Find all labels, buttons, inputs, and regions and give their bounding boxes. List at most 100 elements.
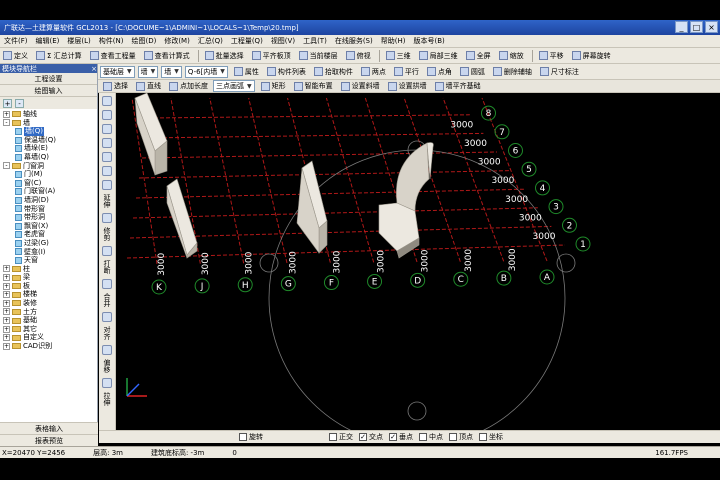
tree-item[interactable]: 壁龛(I) — [0, 248, 97, 257]
tree-item[interactable]: 带形窗 — [0, 205, 97, 214]
member-combo[interactable]: 墙 ▼ — [161, 65, 182, 78]
tree-item[interactable]: 过梁(G) — [0, 239, 97, 248]
tree-item[interactable]: + 土方 — [0, 308, 97, 317]
type-combo[interactable]: 墙 ▼ — [137, 65, 159, 78]
toolbar-button[interactable]: 圆弧 — [457, 65, 488, 78]
tree-item[interactable]: + 装修 — [0, 299, 97, 308]
toolbar-button[interactable]: 平移 — [536, 49, 567, 62]
tree-item[interactable]: + 其它 — [0, 325, 97, 334]
draw-tool-button[interactable]: 直线 — [133, 80, 164, 92]
toolbar-button[interactable]: 全屏 — [463, 49, 494, 62]
close-icon[interactable]: × — [91, 65, 97, 73]
snap-toggle[interactable]: 坐标 — [479, 432, 503, 442]
toolbar-button[interactable]: 平齐板顶 — [249, 49, 294, 62]
edit-tool-label[interactable]: 延伸 — [102, 194, 112, 208]
toolbar-button[interactable]: 局部三维 — [416, 49, 461, 62]
expand-icon[interactable]: + — [3, 317, 10, 325]
tree-item[interactable]: 保温墙(Q) — [0, 136, 97, 145]
edit-tool-label[interactable]: 拉伸 — [102, 392, 112, 406]
toolbar-button[interactable]: 当前楼层 — [296, 49, 341, 62]
toolbar-button[interactable]: 删除辅轴 — [490, 65, 535, 78]
tree-item[interactable]: + 基础 — [0, 316, 97, 325]
edit-tool-icon[interactable] — [102, 213, 112, 223]
edit-tool-icon[interactable] — [102, 180, 112, 190]
menu-item[interactable]: 构件(N) — [99, 36, 124, 46]
tree-item[interactable]: + 轴线 — [0, 110, 97, 119]
edit-tool-label[interactable]: 打断 — [102, 260, 112, 274]
draw-tool-button[interactable]: 选择 — [100, 80, 131, 92]
close-icon[interactable]: × — [705, 21, 718, 33]
edit-tool-icon[interactable] — [102, 378, 112, 388]
tree-item[interactable]: 天窗 — [0, 256, 97, 265]
edit-tool-label[interactable]: 修剪 — [102, 227, 112, 241]
toolbar-button[interactable]: 拾取构件 — [311, 65, 356, 78]
rotation-handle-icon[interactable] — [407, 401, 427, 421]
toolbar-button[interactable]: 三维 — [383, 49, 414, 62]
tree-item[interactable]: 墙洞(D) — [0, 196, 97, 205]
toolbar-button[interactable]: 属性 — [231, 65, 262, 78]
toolbar-button[interactable]: 缩放 — [496, 49, 527, 62]
tree-item[interactable]: 墙垛(E) — [0, 144, 97, 153]
edit-tool-icon[interactable] — [102, 345, 112, 355]
rotation-handle-icon[interactable] — [556, 253, 576, 273]
rotate-checkbox[interactable]: 旋转 — [239, 432, 263, 442]
expand-icon[interactable]: + — [3, 334, 10, 342]
minimize-icon[interactable]: _ — [675, 21, 688, 33]
tree-item[interactable]: + 自定义 — [0, 333, 97, 342]
floor-combo[interactable]: 基础层 ▼ — [100, 65, 135, 78]
toolbar-button[interactable]: 屏幕旋转 — [569, 49, 614, 62]
edit-tool-label[interactable]: 偏移 — [102, 359, 112, 373]
tree-item[interactable]: 门(M) — [0, 170, 97, 179]
edit-tool-icon[interactable] — [102, 246, 112, 256]
tree-item[interactable]: 幕墙(Q) — [0, 153, 97, 162]
snap-toggle[interactable]: 垂点 — [389, 432, 413, 442]
tree-item[interactable]: -墙 — [0, 119, 97, 128]
expand-icon[interactable]: + — [3, 325, 10, 333]
tree-item[interactable]: + 板 — [0, 282, 97, 291]
edit-tool-label[interactable]: 对齐 — [102, 326, 112, 340]
toolbar-button[interactable]: 查看计算式 — [141, 49, 193, 62]
edit-tool-icon[interactable] — [102, 166, 112, 176]
project-settings-button[interactable]: 工程设置 — [0, 73, 97, 85]
add-icon[interactable]: + — [3, 98, 12, 108]
menu-item[interactable]: 在线服务(S) — [335, 36, 373, 46]
tree-item[interactable]: 墙(Q) — [0, 127, 97, 136]
edit-tool-icon[interactable] — [102, 96, 112, 106]
snap-toggle[interactable]: 正交 — [329, 432, 353, 442]
drawing-input-button[interactable]: 绘图输入 — [0, 85, 97, 97]
edit-tool-icon[interactable] — [102, 152, 112, 162]
rotation-handle-icon[interactable] — [259, 253, 279, 273]
toolbar-button[interactable]: 尺寸标注 — [537, 65, 582, 78]
tree-item[interactable]: + CAD识别 — [0, 342, 97, 351]
expand-icon[interactable]: + — [3, 308, 10, 316]
edit-tool-icon[interactable] — [102, 312, 112, 322]
menu-item[interactable]: 工程量(Q) — [231, 36, 263, 46]
table-input-button[interactable]: 表格输入 — [0, 422, 98, 434]
menu-item[interactable]: 版本号(B) — [413, 36, 444, 46]
tree-item[interactable]: 老虎窗 — [0, 230, 97, 239]
tree-item[interactable]: + 楼梯 — [0, 290, 97, 299]
edit-tool-icon[interactable] — [102, 138, 112, 148]
menu-item[interactable]: 汇总(Q) — [198, 36, 223, 46]
tree-item[interactable]: 飘窗(X) — [0, 222, 97, 231]
expand-icon[interactable]: + — [3, 342, 10, 350]
snap-toggle[interactable]: 中点 — [419, 432, 443, 442]
toolbar-button[interactable]: 俯视 — [343, 49, 374, 62]
expand-icon[interactable]: + — [3, 291, 10, 299]
3d-viewport[interactable]: A B C D E F G H J K 3000 3000 3000 3000 3000 3000 3000 30… — [117, 93, 720, 430]
draw-tool-button[interactable]: 墙平齐基础 — [432, 80, 484, 92]
tree-item[interactable]: 带形洞 — [0, 213, 97, 222]
toolbar-button[interactable]: 两点 — [358, 65, 389, 78]
menu-item[interactable]: 楼层(L) — [67, 36, 90, 46]
toolbar-button[interactable]: 定义 — [0, 49, 31, 62]
toolbar-button[interactable]: 点角 — [424, 65, 455, 78]
expand-icon[interactable]: + — [3, 265, 10, 273]
draw-tool-button[interactable]: 点加长度 — [166, 80, 211, 92]
menu-item[interactable]: 文件(F) — [4, 36, 28, 46]
menu-item[interactable]: 编辑(E) — [36, 36, 60, 46]
report-preview-button[interactable]: 报表预览 — [0, 434, 98, 446]
toolbar-button[interactable]: 构件列表 — [264, 65, 309, 78]
draw-tool-button[interactable]: 矩形 — [258, 80, 289, 92]
toolbar-button[interactable]: Σ 汇总计算 — [33, 49, 85, 62]
name-combo[interactable]: Q-6[内墙 ▼ — [184, 65, 228, 78]
